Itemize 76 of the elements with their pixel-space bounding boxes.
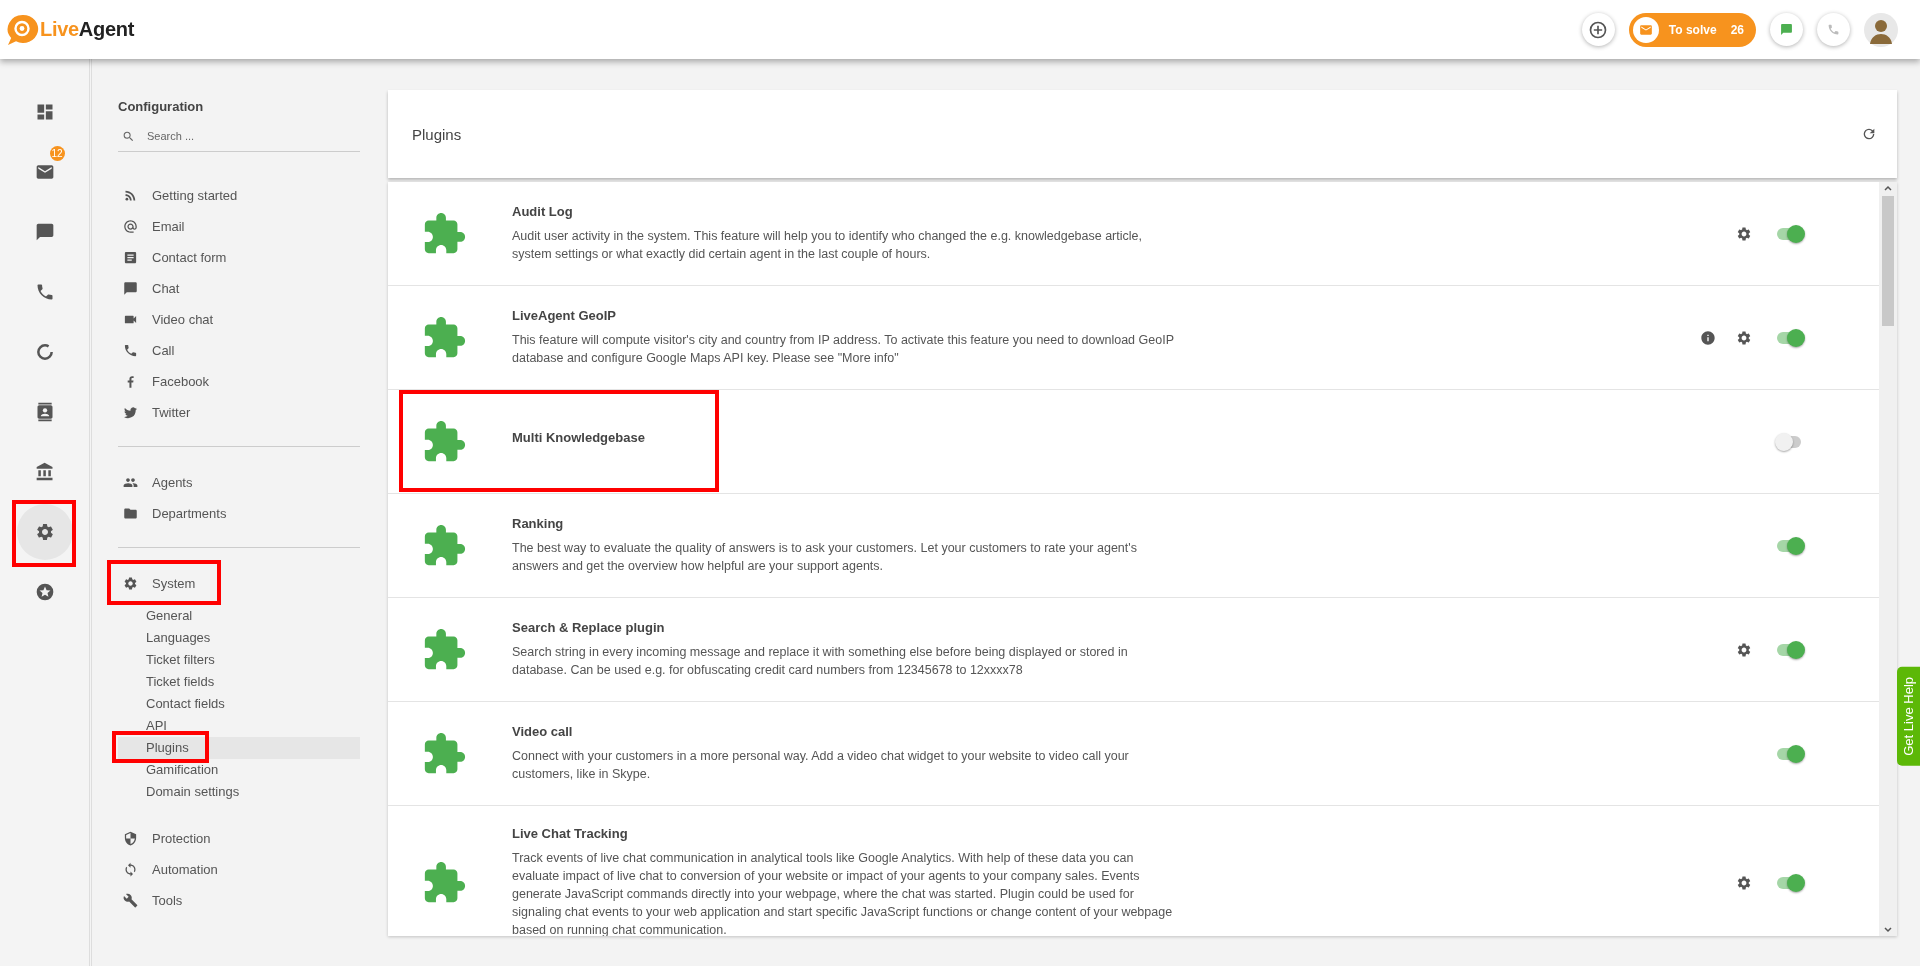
logo-text: LiveAgent — [40, 18, 134, 41]
ring-icon — [34, 342, 55, 362]
envelope-icon — [34, 162, 55, 182]
phone-icon — [1827, 23, 1840, 36]
plugin-name: Ranking — [512, 516, 565, 531]
scrollbar[interactable] — [1879, 182, 1897, 936]
settings-icon[interactable] — [1736, 641, 1752, 658]
chat-bubble-icon — [123, 281, 138, 296]
menu-item[interactable]: Automation — [118, 854, 218, 885]
plugin-description: The best way to evaluate the quality of answers is to ask your customers. Let your customers to rate your agent's answers and get the overview how helpful are your support agents. — [512, 540, 1138, 575]
settings-icon[interactable] — [1736, 874, 1752, 891]
wrench-icon — [123, 893, 138, 908]
menu-item[interactable]: System — [118, 568, 196, 599]
section-title: Configuration — [118, 99, 205, 116]
search-icon — [122, 129, 135, 143]
menu-item[interactable]: Call — [118, 335, 175, 366]
page-title: Plugins — [412, 125, 462, 143]
menu-item[interactable]: Tools — [118, 885, 183, 916]
submenu-item[interactable]: Gamification — [118, 759, 360, 781]
envelope-icon — [1638, 22, 1653, 37]
menu-item[interactable]: Email — [118, 211, 185, 242]
submenu-item[interactable]: API — [118, 715, 360, 737]
settings-icon[interactable] — [1736, 329, 1752, 346]
menu-item[interactable]: Twitter — [118, 397, 191, 428]
menu-item[interactable]: Getting started — [118, 180, 238, 211]
chat-bubble-icon — [34, 222, 55, 242]
menu-item[interactable]: Contact form — [118, 242, 227, 273]
submenu-item[interactable]: Languages — [118, 627, 360, 649]
submenu-item[interactable]: Contact fields — [118, 693, 360, 715]
plugin-description: Track events of live chat communication in analytical tools like Google Analytics. With help of these data you can evaluate impact of live chat to conversion of your website or impact of your agents to your company sales. Events generate JavaScript commands directly into your webpage, where the chat was started. Plugin could be used for signaling chat events to your web application and start specific JavaScript functions or change content of your webpage based on running chat communication. — [512, 850, 1174, 936]
nav-item[interactable] — [16, 504, 73, 560]
chat-bubble-icon — [1780, 23, 1793, 36]
rss-icon — [123, 188, 138, 203]
chat-button[interactable] — [1770, 13, 1803, 46]
form-icon — [123, 250, 138, 265]
info-icon[interactable] — [1700, 329, 1716, 346]
plugin-description: Search string in every incoming message and replace it with something else before being displayed or stored in database. Can be used e.g. for obfuscating credit card numbers from 12345678 to 12xxxx78 — [512, 644, 1129, 679]
plugin-name: Multi Knowledgebase — [512, 430, 646, 445]
submenu-item[interactable]: Domain settings — [118, 781, 360, 803]
plugin-name: Video call — [512, 724, 574, 739]
menu-item[interactable]: Chat — [118, 273, 180, 304]
plugin-name: Audit Log — [512, 204, 574, 219]
people-icon — [123, 475, 138, 490]
submenu-item[interactable]: Ticket fields — [118, 671, 360, 693]
bank-icon — [34, 462, 55, 482]
refresh-icon[interactable] — [1861, 126, 1877, 142]
submenu-item[interactable]: Plugins — [118, 737, 360, 759]
at-sign-icon — [123, 219, 138, 234]
search-field[interactable]: Search ... — [145, 129, 329, 143]
add-button[interactable] — [1581, 13, 1615, 46]
menu-item[interactable]: Video chat — [118, 304, 214, 335]
plugin-name: Search & Replace plugin — [512, 620, 666, 635]
submenu-item[interactable]: Ticket filters — [118, 649, 360, 671]
menu-item[interactable]: Facebook — [118, 366, 210, 397]
plugin-description: This feature will compute visitor's city and country from IP address. To activate this feature you need to download GeoIP database and configure Google Maps API key. Please see "More info" — [512, 332, 1174, 367]
plugin-name: Live Chat Tracking — [512, 826, 629, 841]
count-badge: 12 — [49, 146, 65, 161]
menu-item[interactable]: Agents — [118, 467, 193, 498]
shield-icon — [123, 831, 138, 846]
sync-icon — [123, 862, 138, 877]
folder-icon — [123, 506, 138, 521]
plus-circle-icon — [1588, 19, 1609, 40]
scrollbar-thumb[interactable] — [1882, 196, 1894, 326]
plugin-name: LiveAgent GeoIP — [512, 308, 618, 323]
plugin-description: Audit user activity in the system. This feature will help you to identify who changed the e.g. knowledgebase article, system settings or what exactly did certain agent in the last couple of hours. — [512, 228, 1143, 263]
settings-icon — [123, 576, 138, 591]
menu-item[interactable]: Protection — [118, 823, 211, 854]
logo-icon — [6, 12, 40, 47]
menu-item[interactable]: Departments — [118, 498, 227, 529]
phone-icon — [123, 343, 138, 358]
submenu-item[interactable]: General — [118, 605, 360, 627]
bird-icon — [123, 405, 138, 420]
settings-icon — [34, 522, 55, 542]
avatar[interactable] — [1864, 12, 1898, 47]
settings-icon[interactable] — [1736, 225, 1752, 242]
plugin-description: Connect with your customers in a more personal way. Add a video chat widget to your website to video call your customers, like in Skype. — [512, 748, 1130, 783]
